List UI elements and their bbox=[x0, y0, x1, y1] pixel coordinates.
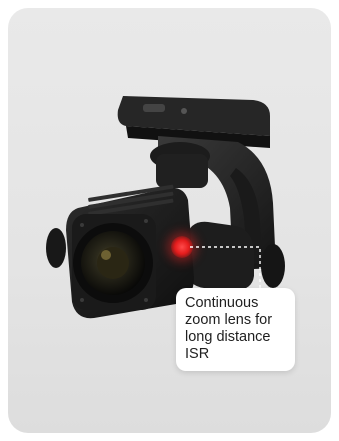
feature-callout: Continuous zoom lens for long distance I… bbox=[176, 288, 295, 371]
callout-text: Continuous zoom lens for long distance I… bbox=[185, 295, 273, 362]
red-dot-icon[interactable] bbox=[171, 236, 193, 258]
product-card: Continuous zoom lens for long distance I… bbox=[8, 8, 331, 433]
